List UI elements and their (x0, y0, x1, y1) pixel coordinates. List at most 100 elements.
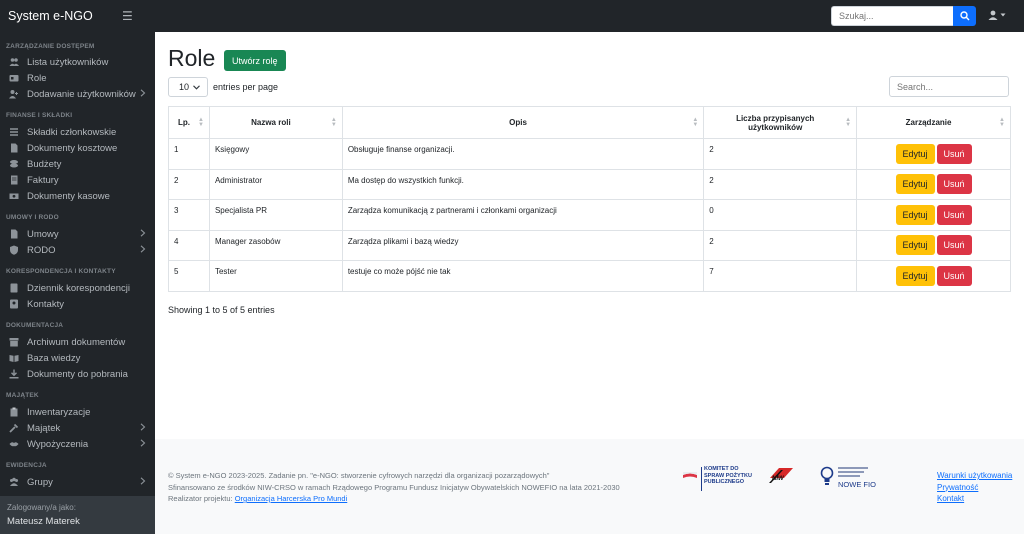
sidebar-item-label: Umowy (27, 228, 59, 240)
file-icon (9, 143, 19, 153)
edit-button[interactable]: Edytuj (895, 265, 935, 286)
sidebar-item-label: Grupy (27, 476, 53, 488)
global-search-input[interactable] (831, 6, 953, 26)
chevron-right-icon (140, 477, 146, 487)
sidebar-item-kontakty[interactable]: Kontakty (0, 296, 155, 312)
column-header-description[interactable]: Opis ▲ ▼ (341, 106, 705, 139)
realizer-link[interactable]: Organizacja Harcerska Pro Mundi (235, 494, 348, 503)
delete-button[interactable]: Usuń (936, 235, 972, 256)
sidebar-item-budzety[interactable]: Budżety (0, 156, 155, 172)
sidebar-item-label: Dokumenty do pobrania (27, 368, 128, 380)
brand-title[interactable]: System e-NGO (0, 9, 122, 23)
roles-table: Lp. ▲ ▼ Nazwa roli ▲ ▼ Opis ▲ ▼ Liczba przypis… (168, 106, 1011, 292)
entries-per-page-select[interactable]: 10 (168, 77, 208, 97)
sidebar-item-rodo[interactable]: RODO (0, 242, 155, 258)
sidebar-item-dziennik-korespondencji[interactable]: Dziennik korespondencji (0, 280, 155, 296)
sidebar-item-dokumenty-kosztowe[interactable]: Dokumenty kosztowe (0, 140, 155, 156)
archive-icon (9, 337, 19, 347)
contact-link[interactable]: Kontakt (937, 493, 1012, 505)
contact-icon (9, 299, 19, 309)
delete-button[interactable]: Usuń (936, 265, 972, 286)
edit-button[interactable]: Edytuj (895, 204, 935, 225)
sidebar-item-faktury[interactable]: Faktury (0, 172, 155, 188)
sidebar-item-dodawanie-uzytkownikow[interactable]: Dodawanie użytkowników (0, 86, 155, 102)
user-menu[interactable] (988, 10, 1006, 20)
edit-button[interactable]: Edytuj (895, 143, 935, 164)
edit-button[interactable]: Edytuj (895, 174, 935, 195)
sidebar-item-label: Wypożyczenia (27, 438, 89, 450)
sidebar-item-inwentaryzacje[interactable]: Inwentaryzacje (0, 404, 155, 420)
lightbulb-icon (820, 466, 834, 485)
id-card-icon (9, 73, 19, 83)
sidebar-item-label: Lista użytkowników (27, 56, 109, 68)
column-header-lp[interactable]: Lp. ▲ ▼ (168, 106, 210, 139)
niw-logo: NIW (767, 466, 799, 494)
table-search-input[interactable] (889, 76, 1009, 97)
global-search (831, 6, 976, 26)
nowe-fio-logo-text: NOWE FIO (838, 480, 876, 489)
sidebar-item-grupy[interactable]: Grupy (0, 474, 155, 490)
logo-divider (701, 467, 702, 491)
list-icon (9, 127, 19, 137)
niw-logo-text: NIW (772, 476, 784, 482)
book-icon (9, 283, 19, 293)
privacy-link[interactable]: Prywatność (937, 482, 1012, 494)
sidebar-item-label: Dodawanie użytkowników (27, 88, 136, 100)
coins-icon (9, 159, 19, 169)
delete-button[interactable]: Usuń (936, 204, 972, 225)
sidebar-section-title: Majątek (6, 392, 39, 399)
chevron-down-icon (193, 84, 200, 90)
footer-realizer-label: Realizator projektu: (168, 494, 233, 503)
sidebar-item-umowy[interactable]: Umowy (0, 226, 155, 242)
sort-icon: ▲ ▼ (845, 116, 852, 128)
sidebar-item-label: Role (27, 72, 47, 84)
sidebar-item-dokumenty-do-pobrania[interactable]: Dokumenty do pobrania (0, 366, 155, 382)
group-icon (9, 477, 19, 487)
column-header-management[interactable]: Zarządzanie ▲ ▼ (856, 106, 1011, 139)
main-content: Role Utwórz rolę 10 entries per page Lp.… (155, 32, 1024, 439)
sidebar-item-role[interactable]: Role (0, 70, 155, 86)
cell-lp: 5 (168, 260, 210, 292)
column-header-label: Opis (509, 118, 527, 127)
sidebar-item-lista-uzytkownikow[interactable]: Lista użytkowników (0, 54, 155, 70)
sidebar-item-dokumenty-kasowe[interactable]: Dokumenty kasowe (0, 188, 155, 204)
sidebar-item-baza-wiedzy[interactable]: Baza wiedzy (0, 350, 155, 366)
logged-user-name[interactable]: Mateusz Materek (7, 516, 148, 527)
footer-copyright: © System e-NGO 2023-2025. Zadanie pn. "e… (168, 471, 550, 480)
table-row: 4 Manager zasobów Zarządza plikami i bazą … (168, 229, 1011, 261)
column-header-label: Zarządzanie (905, 118, 952, 127)
sidebar-item-label: Majątek (27, 422, 61, 434)
footer-links: Warunki użytkowania Prywatność Kontakt (937, 470, 1012, 505)
cell-description: Zarządza plikami i bazą wiedzy (341, 229, 705, 261)
menu-toggle-icon[interactable]: ☰ (122, 9, 133, 23)
cell-description: testuje co może pójść nie tak (341, 260, 705, 292)
sort-icon: ▲ ▼ (999, 116, 1005, 128)
terms-link[interactable]: Warunki użytkowania (937, 470, 1012, 482)
sidebar-item-wypozyczenia[interactable]: Wypożyczenia (0, 436, 155, 452)
delete-button[interactable]: Usuń (936, 143, 972, 164)
cell-management: Edytuj Usuń (856, 138, 1011, 170)
create-role-button[interactable]: Utwórz rolę (224, 50, 286, 71)
cell-role-name: Specjalista PR (208, 199, 343, 231)
global-search-button[interactable] (953, 6, 976, 26)
tools-icon (9, 423, 19, 433)
edit-button[interactable]: Edytuj (895, 235, 935, 256)
cell-role-name: Administrator (208, 168, 343, 200)
handshake-icon (9, 439, 19, 449)
sidebar-section-title: Finanse i składki (6, 112, 73, 119)
sidebar-section-title: Ewidencja (6, 462, 47, 469)
sidebar-item-skladki-czlonkowskie[interactable]: Składki członkowskie (0, 124, 155, 140)
column-header-label: Liczba przypisanych użytkowników (736, 113, 815, 132)
column-header-user-count[interactable]: Liczba przypisanych użytkowników ▲ ▼ (703, 106, 858, 139)
cell-management: Edytuj Usuń (856, 168, 1011, 200)
delete-button[interactable]: Usuń (936, 174, 972, 195)
sidebar-item-archiwum-dokumentow[interactable]: Archiwum dokumentów (0, 334, 155, 350)
cell-lp: 3 (168, 199, 210, 231)
cell-lp: 1 (168, 138, 210, 170)
cell-lp: 4 (168, 229, 210, 261)
chevron-right-icon (140, 245, 146, 255)
sidebar-item-majatek[interactable]: Majątek (0, 420, 155, 436)
cell-role-name: Księgowy (208, 138, 343, 170)
komitet-logo-text: KOMITET DO SPRAW POŻYTKU PUBLICZNEGO (704, 466, 752, 485)
column-header-name[interactable]: Nazwa roli ▲ ▼ (208, 106, 343, 139)
